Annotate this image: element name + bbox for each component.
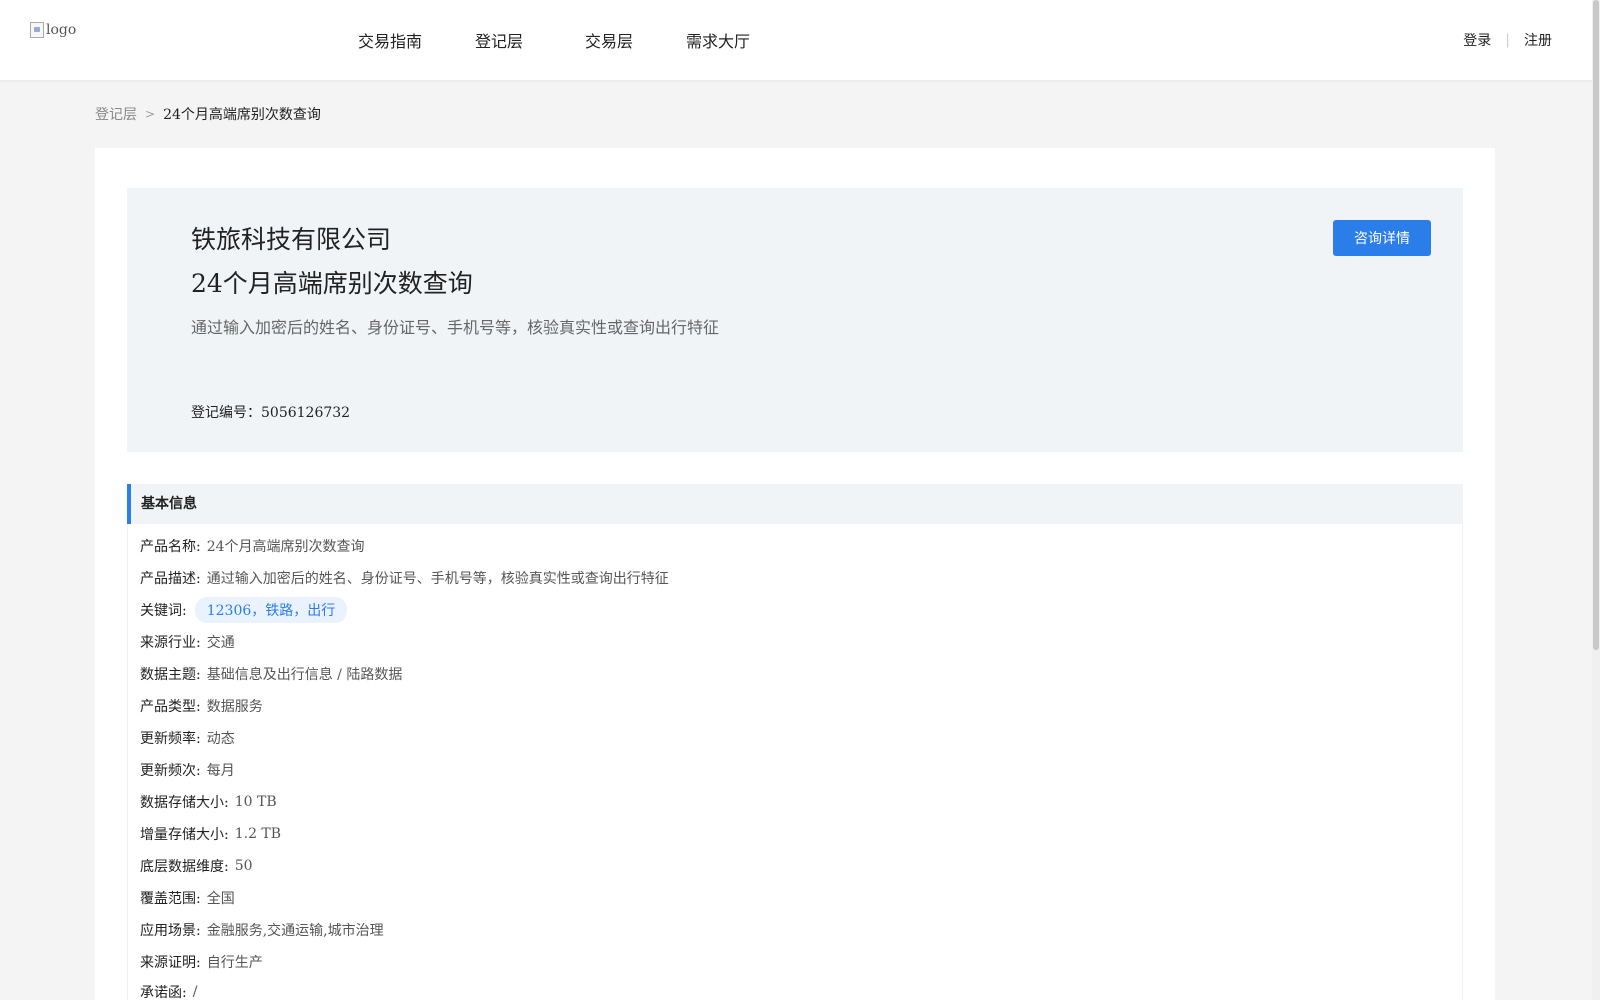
info-label: 来源证明: <box>140 955 201 971</box>
info-row: 应用场景: 金融服务,交通运输,城市治理 <box>140 920 384 940</box>
basic-info-list: 产品名称: 24个月高端席别次数查询 产品描述: 通过输入加密后的姓名、身份证号… <box>127 524 1463 1000</box>
info-label: 关键词: <box>140 603 187 619</box>
logo[interactable]: logo <box>30 22 76 38</box>
info-value: 50 <box>234 858 253 874</box>
registration-value: 5056126732 <box>261 405 351 421</box>
info-value: 每月 <box>206 763 235 779</box>
register-link[interactable]: 注册 <box>1524 30 1552 50</box>
info-value: 交通 <box>206 635 235 651</box>
info-label: 来源行业: <box>140 635 201 651</box>
registration-label: 登记编号： <box>191 405 261 421</box>
info-label: 产品名称: <box>140 539 201 555</box>
info-row: 承诺函: / <box>140 982 197 1000</box>
info-value: 基础信息及出行信息 / 陆路数据 <box>206 667 403 683</box>
info-value: 自行生产 <box>206 955 263 971</box>
page-scrollbar[interactable] <box>1592 0 1600 1000</box>
info-label: 增量存储大小: <box>140 827 229 843</box>
breadcrumb-current: 24个月高端席别次数查询 <box>163 107 321 123</box>
info-row: 更新频率: 动态 <box>140 728 235 748</box>
product-title: 24个月高端席别次数查询 <box>191 269 473 298</box>
product-description: 通过输入加密后的姓名、身份证号、手机号等，核验真实性或查询出行特征 <box>191 318 720 337</box>
info-label: 更新频次: <box>140 763 201 779</box>
logo-alt-text: logo <box>46 22 77 38</box>
info-label: 承诺函: <box>140 985 187 1000</box>
breadcrumb: 登记层 > 24个月高端席别次数查询 <box>95 104 321 124</box>
info-label: 产品描述: <box>140 571 201 587</box>
consult-details-button[interactable]: 咨询详情 <box>1333 220 1431 256</box>
info-row: 来源证明: 自行生产 <box>140 952 263 972</box>
info-value: 数据服务 <box>206 699 263 715</box>
main-nav: 交易指南 登记层 交易层 需求大厅 <box>358 28 803 52</box>
info-label: 底层数据维度: <box>140 859 229 875</box>
nav-demand-hall[interactable]: 需求大厅 <box>686 28 750 52</box>
info-row: 数据存储大小: 10 TB <box>140 792 277 812</box>
info-value: 1.2 TB <box>234 826 282 842</box>
nav-registration-layer[interactable]: 登记层 <box>475 28 523 52</box>
info-row: 产品描述: 通过输入加密后的姓名、身份证号、手机号等，核验真实性或查询出行特征 <box>140 568 669 588</box>
registration-number: 登记编号：5056126732 <box>191 402 350 422</box>
info-label: 产品类型: <box>140 699 201 715</box>
broken-image-icon <box>30 22 44 38</box>
info-value: 金融服务,交通运输,城市治理 <box>206 923 384 939</box>
info-value: 10 TB <box>234 794 277 810</box>
info-value: / <box>192 984 198 1000</box>
breadcrumb-parent[interactable]: 登记层 <box>95 104 137 124</box>
nav-trading-guide[interactable]: 交易指南 <box>358 28 422 52</box>
info-label: 数据主题: <box>140 667 201 683</box>
login-link[interactable]: 登录 <box>1463 30 1491 50</box>
info-label: 应用场景: <box>140 923 201 939</box>
keyword-tag: 12306，铁路，出行 <box>194 597 348 623</box>
info-value: 通过输入加密后的姓名、身份证号、手机号等，核验真实性或查询出行特征 <box>206 571 669 587</box>
info-label: 更新频率: <box>140 731 201 747</box>
info-row: 底层数据维度: 50 <box>140 856 253 876</box>
nav-trading-layer[interactable]: 交易层 <box>585 28 633 52</box>
top-header: logo 交易指南 登记层 交易层 需求大厅 登录 | 注册 <box>0 0 1592 80</box>
info-row: 覆盖范围: 全国 <box>140 888 235 908</box>
info-row: 产品名称: 24个月高端席别次数查询 <box>140 536 365 556</box>
info-label: 覆盖范围: <box>140 891 201 907</box>
info-row: 产品类型: 数据服务 <box>140 696 263 716</box>
info-value: 全国 <box>206 891 235 907</box>
info-row: 关键词: 12306，铁路，出行 <box>140 597 348 623</box>
chevron-right-icon: > <box>145 107 156 121</box>
scrollbar-thumb[interactable] <box>1593 0 1599 650</box>
auth-links: 登录 | 注册 <box>1463 30 1552 50</box>
auth-divider: | <box>1505 32 1510 48</box>
company-name: 铁旅科技有限公司 <box>191 225 392 254</box>
product-hero: 铁旅科技有限公司 24个月高端席别次数查询 通过输入加密后的姓名、身份证号、手机… <box>127 188 1463 452</box>
info-value: 24个月高端席别次数查询 <box>206 539 365 555</box>
info-value: 动态 <box>206 731 235 747</box>
info-row: 来源行业: 交通 <box>140 632 235 652</box>
info-row: 更新频次: 每月 <box>140 760 235 780</box>
basic-info-heading: 基本信息 <box>127 484 1463 524</box>
info-label: 数据存储大小: <box>140 795 229 811</box>
main-card: 铁旅科技有限公司 24个月高端席别次数查询 通过输入加密后的姓名、身份证号、手机… <box>95 148 1495 1000</box>
info-row: 数据主题: 基础信息及出行信息 / 陆路数据 <box>140 664 402 684</box>
info-row: 增量存储大小: 1.2 TB <box>140 824 281 844</box>
